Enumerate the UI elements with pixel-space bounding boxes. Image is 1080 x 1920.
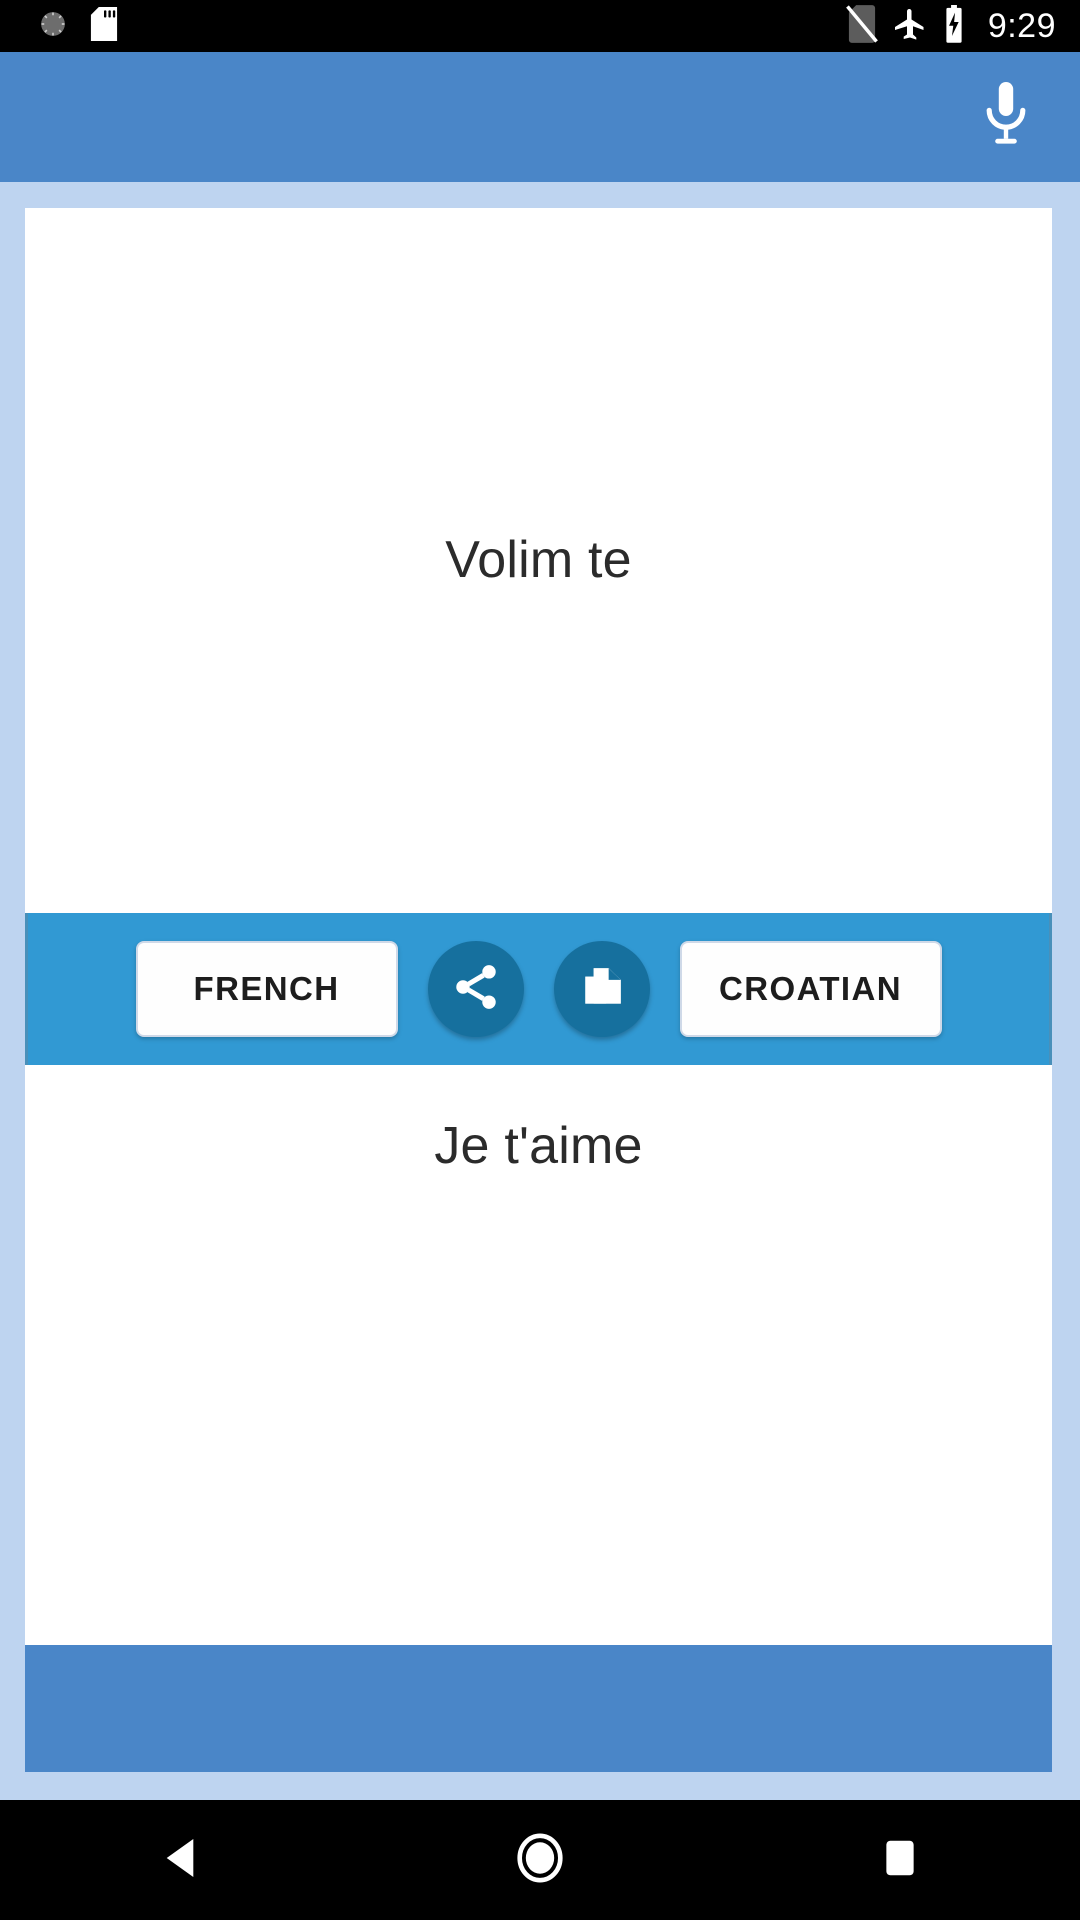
nav-home-button[interactable] <box>360 1832 720 1888</box>
recents-square-icon <box>883 1838 917 1883</box>
alarm-icon <box>38 9 68 44</box>
status-bar-left-icons <box>38 6 118 46</box>
copy-button[interactable] <box>553 941 650 1037</box>
microphone-icon <box>980 80 1032 157</box>
app-bar <box>0 52 1080 182</box>
nav-back-button[interactable] <box>0 1837 360 1884</box>
status-bar-right-icons: 9:29 <box>845 4 1056 48</box>
back-triangle-icon <box>161 1837 199 1884</box>
source-text-pane[interactable]: Volim te <box>25 208 1052 913</box>
target-text: Je t'aime <box>434 1117 643 1175</box>
status-bar: 9:29 <box>0 0 1080 52</box>
airplane-mode-icon <box>892 6 928 47</box>
battery-charging-icon <box>942 4 966 48</box>
status-bar-clock: 9:29 <box>987 7 1056 45</box>
voice-input-button[interactable] <box>968 80 1044 156</box>
source-text: Volim te <box>445 531 632 590</box>
no-sim-icon <box>845 4 878 48</box>
bottom-panel <box>25 1645 1052 1772</box>
copy-icon <box>577 962 627 1017</box>
home-circle-icon <box>517 1832 563 1888</box>
target-language-button[interactable]: CROATIAN <box>679 941 942 1037</box>
phone-screen: 9:29 Volim te FRENCH CROATIAN Je t'aime <box>0 0 1080 1920</box>
translation-card: Volim te FRENCH CROATIAN Je t'aime <box>25 208 1052 1645</box>
language-control-bar: FRENCH CROATIAN <box>25 913 1052 1065</box>
nav-recents-button[interactable] <box>720 1838 1080 1883</box>
sd-card-icon <box>90 6 118 46</box>
android-navigation-bar <box>0 1800 1080 1920</box>
share-icon <box>450 961 502 1018</box>
target-text-pane[interactable]: Je t'aime <box>25 1065 1052 1645</box>
share-button[interactable] <box>427 941 524 1037</box>
target-language-label: CROATIAN <box>719 970 902 1007</box>
source-language-label: FRENCH <box>193 970 340 1007</box>
source-language-button[interactable]: FRENCH <box>135 941 398 1037</box>
